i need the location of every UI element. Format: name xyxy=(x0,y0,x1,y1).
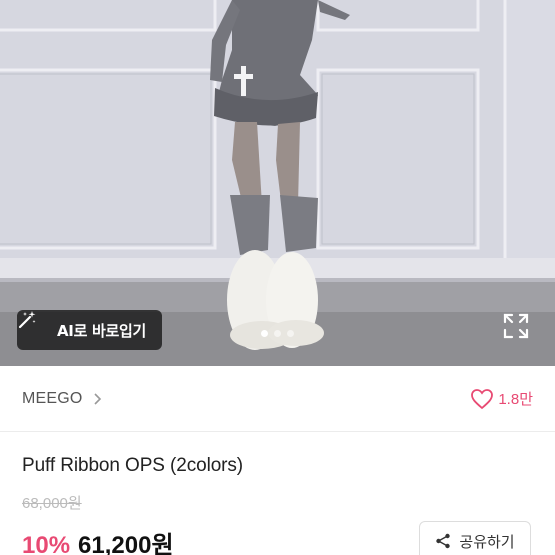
product-title: Puff Ribbon OPS (2colors) xyxy=(22,455,244,476)
expand-icon[interactable] xyxy=(502,312,530,340)
like-count: 1.8만 xyxy=(498,391,533,408)
chevron-right-icon[interactable] xyxy=(93,392,103,405)
share-icon xyxy=(435,533,451,549)
original-price: 68,000원 xyxy=(22,495,82,512)
share-button[interactable]: 공유하기 xyxy=(419,521,531,555)
heart-icon xyxy=(470,388,494,410)
page-dot xyxy=(261,330,268,337)
page-dot xyxy=(274,330,281,337)
like-button[interactable]: 1.8만 xyxy=(470,388,533,410)
brand-name-link[interactable]: MEEGO xyxy=(22,390,83,408)
price-row: 10% 61,200원 xyxy=(22,525,174,555)
divider xyxy=(0,431,555,432)
ai-try-on-button[interactable]: AI로 바로입기 xyxy=(17,310,162,350)
sale-price: 61,200원 xyxy=(78,532,174,555)
magic-wand-icon xyxy=(18,311,49,340)
product-image[interactable]: AI로 바로입기 xyxy=(0,0,555,366)
ai-try-on-label: AI로 바로입기 xyxy=(57,321,147,340)
share-label: 공유하기 xyxy=(459,532,515,551)
discount-rate: 10% xyxy=(22,532,71,555)
page-dot xyxy=(287,330,294,337)
brand-row: MEEGO 1.8만 xyxy=(0,366,555,431)
